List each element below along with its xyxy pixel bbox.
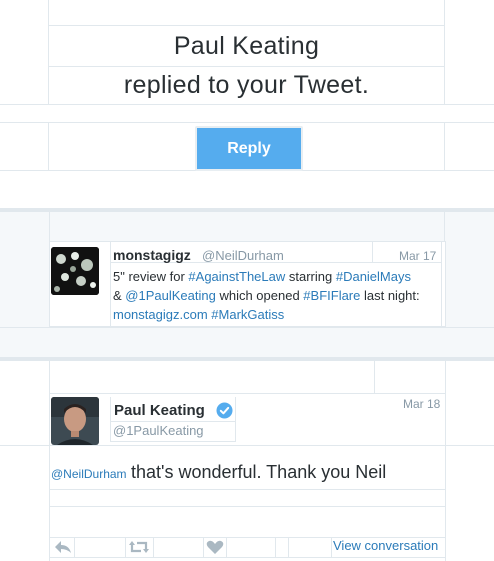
retweet-icon[interactable] <box>128 540 150 554</box>
author-name[interactable]: monstagigz <box>113 247 191 263</box>
frame-line <box>0 122 494 123</box>
tweet-date[interactable]: Mar 18 <box>403 397 440 411</box>
url-link[interactable]: monstagigz.com <box>113 307 208 322</box>
frame-line <box>110 421 236 422</box>
author-handle[interactable]: @NeilDurham <box>202 248 284 263</box>
frame-line <box>444 122 445 170</box>
reply-text: @NeilDurham that's wonderful. Thank you … <box>51 462 441 483</box>
tweet-text-segment: which opened <box>215 288 304 303</box>
frame-line <box>0 104 494 105</box>
section-divider <box>0 357 494 361</box>
avatar[interactable] <box>51 397 99 445</box>
frame-line <box>110 397 111 441</box>
tweet-text-segment: & <box>113 288 126 303</box>
reply-body: that's wonderful. Thank you Neil <box>131 462 387 482</box>
mention-link[interactable]: @NeilDurham <box>51 467 127 481</box>
frame-line <box>48 122 49 170</box>
hashtag-link[interactable]: #BFIFlare <box>303 288 360 303</box>
frame-line <box>48 66 445 67</box>
frame-line <box>74 537 75 557</box>
frame-line <box>125 537 126 557</box>
frame-line <box>441 242 442 326</box>
tweet-text-segment: last night: <box>360 288 420 303</box>
frame-line <box>331 537 332 557</box>
view-conversation-link[interactable]: View conversation <box>333 538 438 553</box>
frame-line <box>0 327 494 328</box>
avatar[interactable] <box>51 247 99 295</box>
frame-line <box>374 361 375 393</box>
hashtag-link[interactable]: #MarkGatiss <box>211 307 284 322</box>
hashtag-link[interactable]: #AgainstTheLaw <box>188 269 285 284</box>
author-name[interactable]: Paul Keating <box>114 402 205 419</box>
frame-line <box>226 537 227 557</box>
frame-line <box>110 441 236 442</box>
frame-line <box>203 537 204 557</box>
tweet-text-segment: 5" review for <box>113 269 189 284</box>
reply-icon[interactable] <box>53 539 73 555</box>
notification-actor: Paul Keating <box>173 32 320 60</box>
frame-line <box>48 25 445 26</box>
frame-line <box>372 242 373 262</box>
heart-icon[interactable] <box>206 540 224 555</box>
frame-line <box>445 361 446 561</box>
tweet-date[interactable]: Mar 17 <box>399 249 436 263</box>
verified-badge-icon <box>216 402 233 419</box>
frame-line <box>49 212 50 241</box>
frame-line <box>235 397 236 441</box>
frame-line <box>49 557 446 558</box>
frame-line <box>0 445 494 446</box>
frame-line <box>288 537 289 557</box>
frame-line <box>275 537 276 557</box>
tweet-text: 5" review for #AgainstTheLaw starring #D… <box>113 267 423 324</box>
notification-message: replied to your Tweet. <box>123 71 370 99</box>
frame-line <box>153 537 154 557</box>
frame-line <box>444 212 445 241</box>
hashtag-link[interactable]: #DanielMays <box>336 269 411 284</box>
mention-link[interactable]: @1PaulKeating <box>125 288 216 303</box>
frame-line <box>49 506 446 507</box>
quoted-tweet-card[interactable]: monstagigz @NeilDurham Mar 17 5" review … <box>49 241 446 327</box>
frame-line <box>49 489 446 490</box>
tweet-text-segment: starring <box>285 269 336 284</box>
frame-line <box>49 361 50 561</box>
frame-line <box>110 242 111 326</box>
reply-button[interactable]: Reply <box>195 126 303 171</box>
frame-line <box>49 393 446 394</box>
author-handle[interactable]: @1PaulKeating <box>113 423 204 438</box>
